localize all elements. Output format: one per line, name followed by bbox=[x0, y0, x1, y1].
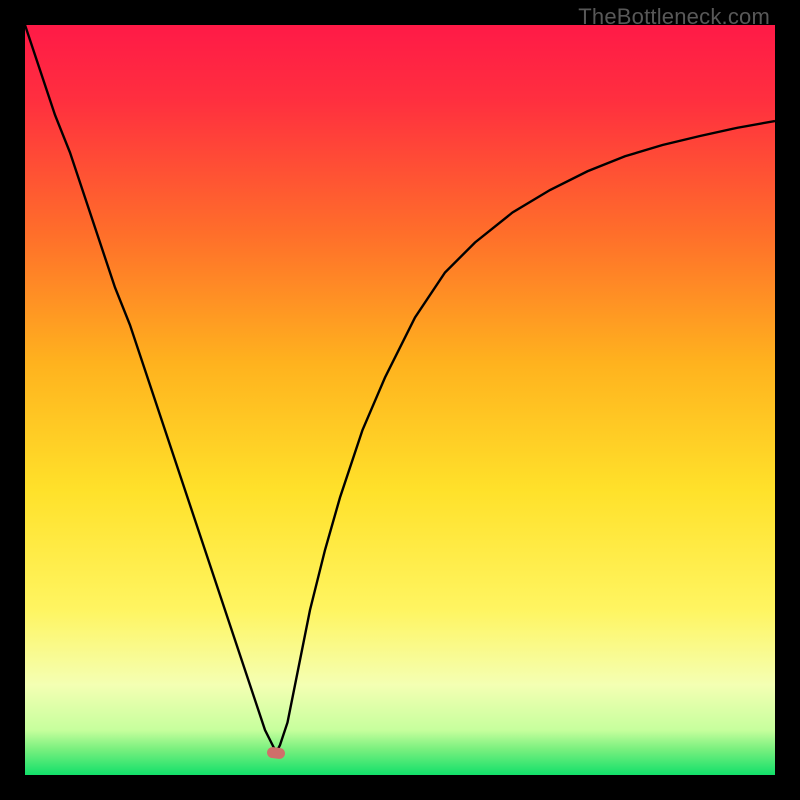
bottleneck-plot bbox=[25, 25, 775, 775]
chart-frame bbox=[25, 25, 775, 775]
watermark-text: TheBottleneck.com bbox=[578, 4, 770, 30]
gradient-background bbox=[25, 25, 775, 775]
